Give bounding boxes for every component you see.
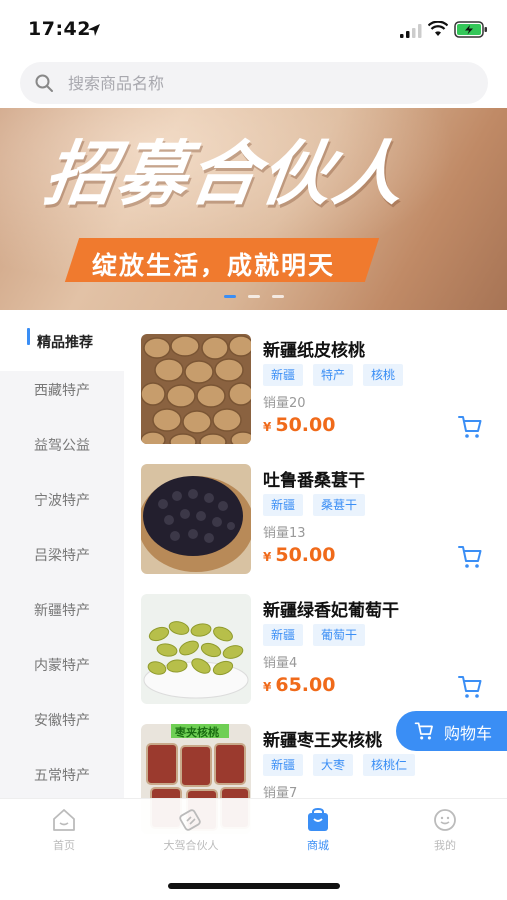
tab-partner[interactable]: 大驾合伙人 [141,807,241,857]
add-to-cart-icon[interactable] [457,414,483,440]
sidebar-item-xinjiang[interactable]: 新疆特产 [0,584,124,639]
product-tag: 新疆 [263,494,304,516]
sidebar-item-label: 益驾公益 [34,438,90,454]
product-image-mulberry[interactable] [141,464,251,574]
product-name: 新疆纸皮核桃 [263,341,365,361]
sidebar-item-inner-mongolia[interactable]: 内蒙特产 [0,639,124,694]
partner-icon [179,809,201,831]
sidebar-item-charity[interactable]: 益驾公益 [0,419,124,474]
product-image-walnut[interactable] [141,334,251,444]
tab-profile[interactable]: 我的 [395,807,495,857]
banner-dot[interactable] [224,295,236,298]
search-icon [35,74,53,92]
sidebar-item-wuchang[interactable]: 五常特产 [0,749,124,804]
sidebar-item-label: 新疆特产 [34,603,90,619]
add-to-cart-icon[interactable] [457,544,483,570]
floating-cart-button[interactable]: 购物车 [396,711,507,751]
product-tag: 桑葚干 [313,494,366,516]
category-sidebar: 精品推荐 西藏特产 益驾公益 宁波特产 吕梁特产 新疆特产 内蒙特产 安徽特产 … [0,316,124,798]
banner-dot[interactable] [248,295,260,298]
price-value: 65.00 [275,674,336,696]
product-name: 新疆绿香妃葡萄干 [263,601,399,621]
active-marker [27,328,30,345]
sidebar-item-lvliang[interactable]: 吕梁特产 [0,529,124,584]
product-image-raisin[interactable] [141,594,251,704]
sidebar-item-label: 吕梁特产 [34,548,90,564]
product-tag: 新疆 [263,754,304,776]
sidebar-item-label: 内蒙特产 [34,658,90,674]
product-card[interactable]: 新疆纸皮核桃 新疆 特产 核桃 销量20 ¥50.00 [141,334,491,446]
product-sales: 销量20 [263,396,306,411]
profile-icon [434,809,456,831]
product-card[interactable]: 新疆绿香妃葡萄干 新疆 葡萄干 销量4 ¥65.00 [141,594,491,706]
product-tag: 葡萄干 [313,624,366,646]
tab-home[interactable]: 首页 [14,807,114,857]
sidebar-item-label: 西藏特产 [34,383,90,399]
location-arrow-icon [88,24,100,36]
search-bar[interactable] [20,62,488,104]
currency-symbol: ¥ [263,680,272,694]
sidebar-item-label: 安徽特产 [34,713,90,729]
product-tags: 新疆 桑葚干 [263,494,375,516]
status-time: 17:42 [28,18,91,40]
product-tags: 新疆 大枣 核桃仁 [263,754,425,776]
home-indicator [168,883,340,889]
currency-symbol: ¥ [263,420,272,434]
product-price: ¥50.00 [263,544,335,566]
wifi-icon [428,21,448,36]
search-input[interactable] [68,62,468,104]
sidebar-item-ningbo[interactable]: 宁波特产 [0,474,124,529]
product-card[interactable]: 吐鲁番桑葚干 新疆 桑葚干 销量13 ¥50.00 [141,464,491,576]
product-tag: 核桃 [363,364,404,386]
product-sales: 销量13 [263,526,306,541]
tab-label: 商城 [307,839,329,852]
banner-subtitle: 绽放生活，成就明天 [92,251,336,280]
floating-cart-label: 购物车 [444,724,493,743]
sidebar-item-label: 宁波特产 [34,493,90,509]
product-tag: 新疆 [263,364,304,386]
sidebar-item-featured[interactable]: 精品推荐 [0,316,124,371]
tab-label: 首页 [53,839,75,852]
banner-title: 招募合伙人 [39,133,411,215]
product-tags: 新疆 特产 核桃 [263,364,413,386]
tab-mall[interactable]: 商城 [268,807,368,857]
status-bar: 17:42 [0,0,507,60]
product-sales: 销量4 [263,656,298,671]
sidebar-item-label: 精品推荐 [37,335,93,351]
product-image-label: 枣夹核桃 [175,726,219,739]
banner-dot[interactable] [272,295,284,298]
tab-label: 大驾合伙人 [163,839,219,852]
battery-charging-icon [454,21,487,38]
cart-icon [414,722,433,740]
mall-icon [308,807,328,831]
product-price: ¥65.00 [263,674,335,696]
product-name: 新疆枣王夹核桃 [263,731,382,751]
bottom-tab-bar: 首页 大驾合伙人 商城 我的 [0,798,507,900]
product-tags: 新疆 葡萄干 [263,624,375,646]
currency-symbol: ¥ [263,550,272,564]
sidebar-item-anhui[interactable]: 安徽特产 [0,694,124,749]
banner-pagination [224,295,288,301]
sidebar-item-label: 五常特产 [34,768,90,784]
product-tag: 新疆 [263,624,304,646]
product-name: 吐鲁番桑葚干 [263,471,365,491]
product-tag: 核桃仁 [363,754,416,776]
tab-label: 我的 [434,839,456,852]
price-value: 50.00 [275,544,336,566]
sidebar-item-tibet[interactable]: 西藏特产 [0,364,124,419]
price-value: 50.00 [275,414,336,436]
add-to-cart-icon[interactable] [457,674,483,700]
cellular-signal-icon [400,24,422,38]
product-price: ¥50.00 [263,414,335,436]
product-tag: 特产 [313,364,354,386]
home-icon [53,809,75,831]
product-tag: 大枣 [313,754,354,776]
